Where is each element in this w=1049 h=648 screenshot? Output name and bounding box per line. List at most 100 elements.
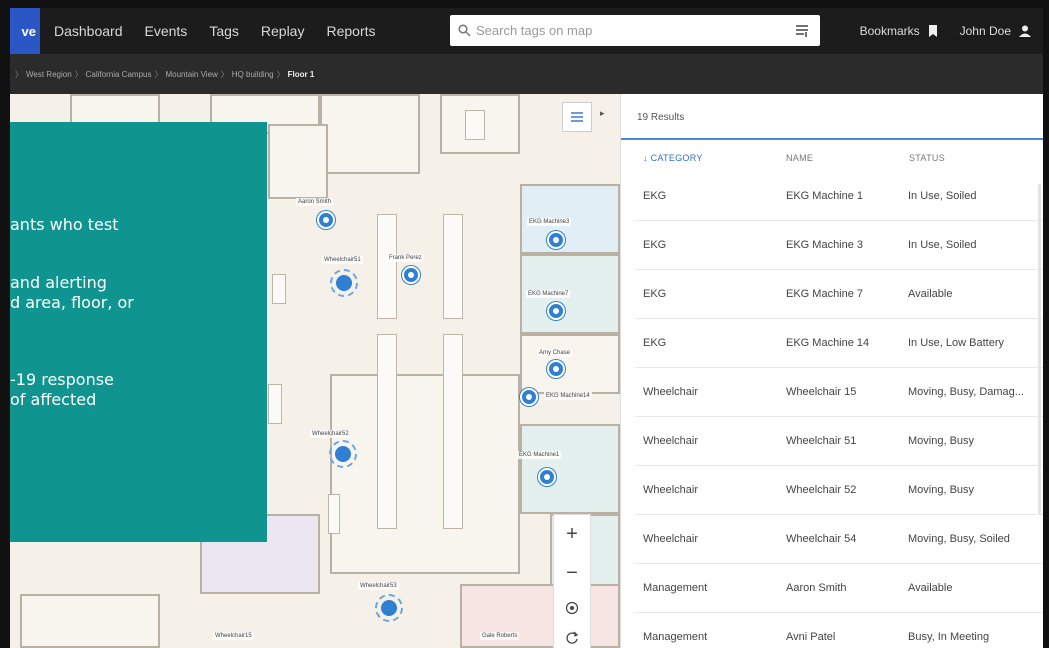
results-panel: 19 Results ↓ CATEGORY NAME STATUS EKG EKG…	[620, 94, 1043, 648]
top-nav: ve Dashboard Events Tags Replay Reports …	[10, 8, 1043, 54]
column-name[interactable]: NAME	[786, 153, 813, 163]
cell-category: EKG	[643, 288, 667, 300]
breadcrumb-item[interactable]: HQ building	[232, 70, 274, 79]
overlay-line: ants who test	[10, 215, 119, 234]
cell-status: In Use, Low Battery	[908, 337, 1004, 349]
search-icon	[458, 24, 471, 37]
cell-name: Wheelchair 54	[786, 533, 857, 545]
breadcrumb-item[interactable]: West Region	[26, 70, 72, 79]
collapse-panel-button[interactable]: ▸	[600, 108, 612, 126]
map-tag-label: Wheelchair15	[213, 632, 254, 640]
column-status[interactable]: STATUS	[909, 153, 945, 163]
cell-category: Wheelchair	[643, 435, 699, 447]
table-row[interactable]: Management Aaron Smith Available	[635, 564, 1043, 613]
map-desk	[377, 214, 397, 319]
results-count: 19 Results	[637, 112, 685, 123]
user-icon[interactable]	[1019, 25, 1031, 37]
search-input[interactable]	[476, 23, 776, 38]
cell-category: Wheelchair	[643, 484, 699, 496]
map-room	[268, 124, 328, 199]
cell-category: EKG	[643, 239, 667, 251]
person-pin[interactable]	[547, 360, 565, 378]
bookmarks-link[interactable]: Bookmarks	[860, 24, 920, 38]
overlay-line: and alerting	[10, 273, 107, 292]
map-room	[330, 374, 520, 574]
equipment-pin[interactable]	[538, 468, 556, 486]
map-tag-label: Gale Roberts	[480, 632, 520, 640]
info-overlay: ants who test and alerting d area, floor…	[10, 122, 267, 542]
map-tag-label: Wheelchair53	[358, 582, 399, 590]
map-room	[520, 424, 620, 514]
map-tag-label: EKG Machine14	[544, 392, 592, 400]
table-row[interactable]: Wheelchair Wheelchair 51 Moving, Busy	[635, 417, 1043, 466]
map-room	[520, 334, 620, 394]
zoom-in-button[interactable]: +	[566, 523, 578, 546]
breadcrumb: 〉 West Region 〉 California Campus 〉 Moun…	[10, 54, 1043, 94]
wheelchair-pin[interactable]	[375, 594, 403, 622]
map-filter-button[interactable]	[562, 102, 592, 132]
bookmark-icon[interactable]	[928, 25, 938, 37]
map-tag-label: Wheelchair52	[310, 430, 351, 438]
table-row[interactable]: Management Avni Patel Busy, In Meeting	[635, 613, 1043, 648]
map-room	[320, 94, 420, 174]
results-scrollbar[interactable]	[1038, 184, 1041, 514]
brand-logo[interactable]: ve	[10, 8, 40, 54]
user-name[interactable]: John Doe	[960, 24, 1011, 38]
zoom-out-button[interactable]: −	[566, 562, 578, 585]
nav-dashboard[interactable]: Dashboard	[54, 23, 123, 39]
cell-category: EKG	[643, 190, 667, 202]
wheelchair-pin[interactable]	[330, 269, 358, 297]
cell-status: Moving, Busy, Damag...	[908, 386, 1024, 398]
cell-category: Management	[643, 631, 708, 643]
table-row[interactable]: EKG EKG Machine 1 In Use, Soiled	[635, 172, 1043, 221]
wheelchair-pin[interactable]	[329, 440, 357, 468]
table-row[interactable]: EKG EKG Machine 14 In Use, Low Battery	[635, 319, 1043, 368]
breadcrumb-item[interactable]: Mountain View	[165, 70, 217, 79]
breadcrumb-item[interactable]: California Campus	[86, 70, 152, 79]
table-row[interactable]: Wheelchair Wheelchair 15 Moving, Busy, Dam…	[635, 368, 1043, 417]
map-tag-label: Aaron Smith	[296, 198, 334, 206]
nav-tags[interactable]: Tags	[209, 23, 239, 39]
locate-icon[interactable]	[565, 601, 579, 615]
cell-name: Wheelchair 52	[786, 484, 857, 496]
equipment-pin[interactable]	[520, 388, 538, 406]
overlay-line: -19 response	[10, 370, 114, 389]
filter-icon[interactable]	[794, 22, 810, 38]
nav-replay[interactable]: Replay	[261, 23, 305, 39]
map-tag-label: EKG Machine7	[526, 290, 571, 298]
app-frame: ve Dashboard Events Tags Replay Reports …	[0, 0, 1049, 648]
overlay-line: d area, floor, or	[10, 293, 134, 312]
map-tag-label: Wheelchair51	[322, 256, 363, 264]
table-row[interactable]: EKG EKG Machine 7 Available	[635, 270, 1043, 319]
map-desk	[443, 214, 463, 319]
cell-category: EKG	[643, 337, 667, 349]
cell-category: Wheelchair	[643, 386, 699, 398]
equipment-pin[interactable]	[547, 231, 565, 249]
cell-name: Wheelchair 15	[786, 386, 857, 398]
equipment-pin[interactable]	[547, 302, 565, 320]
map-tag-label: Amy Chase	[537, 349, 573, 357]
table-row[interactable]: EKG EKG Machine 3 In Use, Soiled	[635, 221, 1043, 270]
breadcrumb-current[interactable]: Floor 1	[288, 70, 315, 79]
person-pin[interactable]	[317, 211, 335, 229]
nav-reports[interactable]: Reports	[326, 23, 375, 39]
user-area: Bookmarks John Doe	[860, 8, 1031, 54]
cell-status: Moving, Busy	[908, 484, 975, 496]
cell-status: In Use, Soiled	[908, 190, 977, 202]
column-category[interactable]: ↓ CATEGORY	[643, 153, 703, 163]
table-header: ↓ CATEGORY NAME STATUS	[621, 144, 1043, 172]
map-tag-label: EKG Machine1	[517, 451, 562, 459]
search-box[interactable]	[450, 15, 820, 46]
filter-icon	[571, 112, 583, 122]
cell-status: Available	[908, 288, 953, 300]
nav-events[interactable]: Events	[145, 23, 188, 39]
table-row[interactable]: Wheelchair Wheelchair 54 Moving, Busy, Soi…	[635, 515, 1043, 564]
cell-name: EKG Machine 1	[786, 190, 864, 202]
top-strip	[10, 0, 1043, 8]
table-row[interactable]: Wheelchair Wheelchair 52 Moving, Busy	[635, 466, 1043, 515]
person-pin[interactable]	[402, 266, 420, 284]
map-desk	[272, 274, 286, 304]
cell-status: Moving, Busy, Soiled	[908, 533, 1010, 545]
map-tag-label: EKG Machine3	[527, 218, 572, 226]
refresh-icon[interactable]	[565, 631, 579, 645]
